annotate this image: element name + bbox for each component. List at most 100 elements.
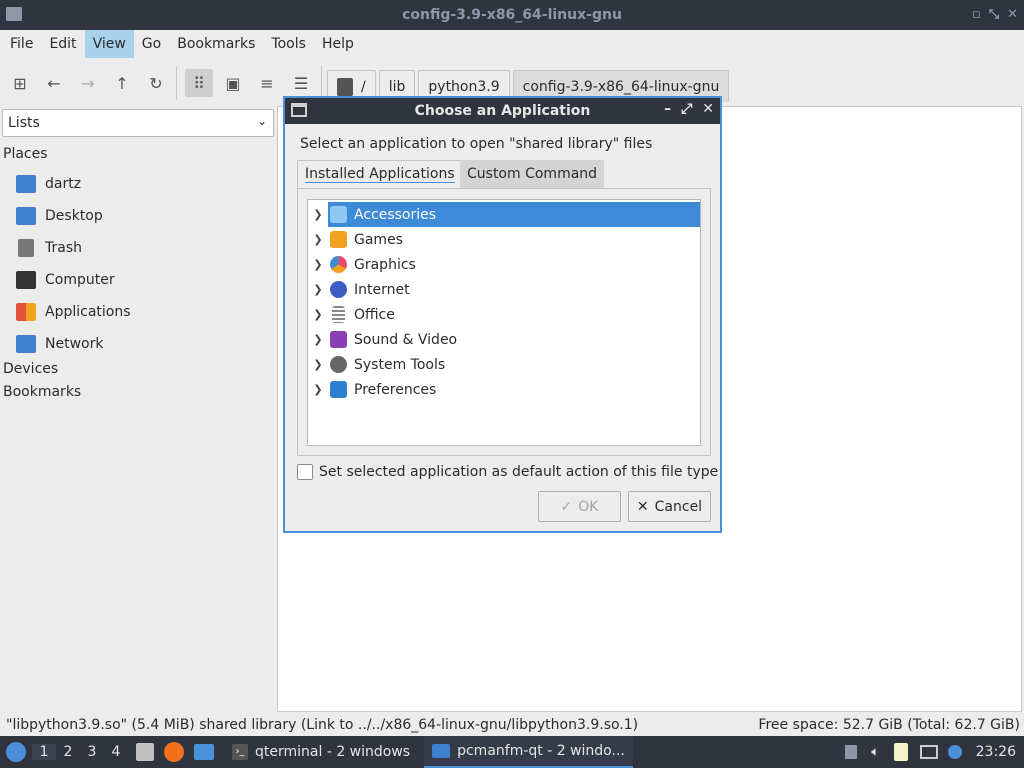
window-title: config-3.9-x86_64-linux-gnu (402, 7, 622, 23)
sidebar-item-applications[interactable]: Applications (16, 300, 131, 324)
close-icon[interactable]: ✕ (1007, 7, 1018, 22)
tree-row-internet[interactable]: ❯ Internet (308, 277, 700, 302)
chevron-right-icon[interactable]: ❯ (308, 208, 328, 221)
dialog-window-icon[interactable] (291, 103, 307, 117)
sidebar-item-desktop[interactable]: Desktop (16, 204, 103, 228)
menu-go[interactable]: Go (134, 30, 169, 58)
tree-row-office[interactable]: ❯ Office (308, 302, 700, 327)
compact-view-icon[interactable]: ≡ (253, 69, 281, 97)
places-header[interactable]: Places (3, 146, 48, 162)
sidebar-item-dartz[interactable]: dartz (16, 172, 81, 196)
tree-row-preferences[interactable]: ❯ Preferences (308, 377, 700, 402)
back-icon[interactable]: ← (40, 69, 68, 97)
sidebar-item-trash[interactable]: Trash (16, 236, 82, 260)
status-free-space: Free space: 52.7 GiB (Total: 62.7 GiB) (758, 717, 1020, 733)
workspace-3[interactable]: 3 (80, 744, 104, 760)
dialog-close-icon[interactable]: ✕ (702, 101, 714, 117)
default-action-label[interactable]: Set selected application as default acti… (319, 464, 718, 480)
sidebar-view-select[interactable]: Lists ⌄ (2, 109, 274, 137)
path-crumb-label: / (361, 78, 366, 95)
workspace-4[interactable]: 4 (104, 744, 128, 760)
application-tree[interactable]: ❯ Accessories ❯ Games ❯ Graphics ❯ Inter… (307, 199, 701, 446)
sidebar-item-label: Network (45, 336, 104, 352)
menu-help[interactable]: Help (314, 30, 362, 58)
updates-icon[interactable] (947, 745, 962, 759)
applications-icon (16, 303, 36, 321)
chevron-right-icon[interactable]: ❯ (308, 283, 328, 296)
forward-icon[interactable]: → (74, 69, 102, 97)
toolbar-separator (176, 66, 177, 100)
up-icon[interactable]: ↑ (108, 69, 136, 97)
folder-icon (432, 744, 451, 758)
tree-row-label: Graphics (354, 256, 416, 273)
dialog-titlebar[interactable]: Choose an Application – ⤢ ✕ (285, 98, 720, 124)
dialog-minimize-icon[interactable]: – (664, 101, 671, 117)
reload-icon[interactable]: ↻ (142, 69, 170, 97)
tree-row-label: Games (354, 231, 403, 248)
games-icon (330, 231, 347, 248)
chevron-right-icon[interactable]: ❯ (308, 333, 328, 346)
workspace-2[interactable]: 2 (56, 744, 80, 760)
new-tab-icon[interactable]: ⊞ (6, 69, 34, 97)
menu-tools[interactable]: Tools (263, 30, 314, 58)
sidebar-item-label: Desktop (45, 208, 103, 224)
tree-row-label: Sound & Video (354, 331, 458, 348)
check-icon: ✓ (560, 498, 573, 515)
chevron-right-icon[interactable]: ❯ (308, 308, 328, 321)
menu-view[interactable]: View (84, 30, 134, 58)
maximize-icon[interactable]: ⤡ (989, 7, 999, 22)
chevron-right-icon[interactable]: ❯ (308, 233, 328, 246)
window-menu-icon[interactable] (6, 7, 22, 21)
minimize-icon[interactable]: ▫ (972, 7, 981, 22)
sidebar-item-network[interactable]: Network (16, 332, 103, 356)
computer-icon (16, 271, 36, 289)
task-label: qterminal - 2 windows (255, 744, 411, 760)
network-status-icon[interactable] (919, 745, 938, 759)
chevron-right-icon[interactable]: ❯ (308, 358, 328, 371)
file-manager-launcher-icon[interactable] (136, 743, 154, 761)
tab-installed-applications[interactable]: Installed Applications (297, 160, 463, 188)
tree-row-label: System Tools (354, 356, 446, 373)
terminal-icon: ›_ (232, 744, 248, 760)
firefox-launcher-icon[interactable] (164, 742, 184, 762)
tab-custom-command[interactable]: Custom Command (460, 160, 605, 188)
chevron-down-icon: ⌄ (256, 114, 267, 128)
ok-button[interactable]: ✓ OK (538, 491, 621, 522)
task-qterminal[interactable]: ›_ qterminal - 2 windows (224, 736, 418, 768)
task-label: pcmanfm-qt - 2 windo... (457, 743, 625, 759)
detailed-list-icon[interactable]: ☰ (287, 69, 315, 97)
cancel-button[interactable]: ✕ Cancel (628, 491, 711, 522)
path-edit-icon[interactable] (337, 77, 353, 96)
menu-edit[interactable]: Edit (41, 30, 84, 58)
system-tools-icon (330, 356, 347, 373)
bookmarks-header[interactable]: Bookmarks (3, 384, 81, 400)
dialog-maximize-icon[interactable]: ⤢ (681, 101, 692, 117)
thumbnail-view-icon[interactable]: ▣ (219, 69, 247, 97)
chevron-right-icon[interactable]: ❯ (308, 258, 328, 271)
ok-button-label: OK (578, 498, 599, 515)
devices-header[interactable]: Devices (3, 361, 58, 377)
tree-row-games[interactable]: ❯ Games (308, 227, 700, 252)
volume-icon[interactable]: 🔈︎ (871, 744, 879, 760)
internet-icon (330, 281, 347, 298)
start-menu-icon[interactable] (0, 742, 32, 762)
workspace-1[interactable]: 1 (32, 744, 56, 760)
cancel-button-label: Cancel (654, 498, 703, 515)
menu-bookmarks[interactable]: Bookmarks (169, 30, 263, 58)
tree-row-system-tools[interactable]: ❯ System Tools (308, 352, 700, 377)
icon-view-icon[interactable]: ⠿ (185, 69, 213, 97)
tree-row-graphics[interactable]: ❯ Graphics (308, 252, 700, 277)
sidebar-item-computer[interactable]: Computer (16, 268, 115, 292)
tree-row-sound-video[interactable]: ❯ Sound & Video (308, 327, 700, 352)
task-pcmanfm[interactable]: pcmanfm-qt - 2 windo... (424, 736, 633, 768)
default-action-checkbox[interactable] (297, 464, 313, 480)
desktop-launcher-icon[interactable] (194, 744, 214, 760)
clipboard-icon[interactable] (893, 743, 908, 761)
tray-expand-icon[interactable] (845, 745, 858, 759)
window-titlebar[interactable]: config-3.9-x86_64-linux-gnu ▫ ⤡ ✕ (0, 0, 1024, 30)
chevron-right-icon[interactable]: ❯ (308, 383, 328, 396)
tree-row-accessories[interactable]: ❯ Accessories (308, 202, 700, 227)
clock[interactable]: 23:26 (976, 744, 1016, 760)
menu-file[interactable]: File (2, 30, 41, 58)
sidebar-item-label: Trash (45, 240, 82, 256)
